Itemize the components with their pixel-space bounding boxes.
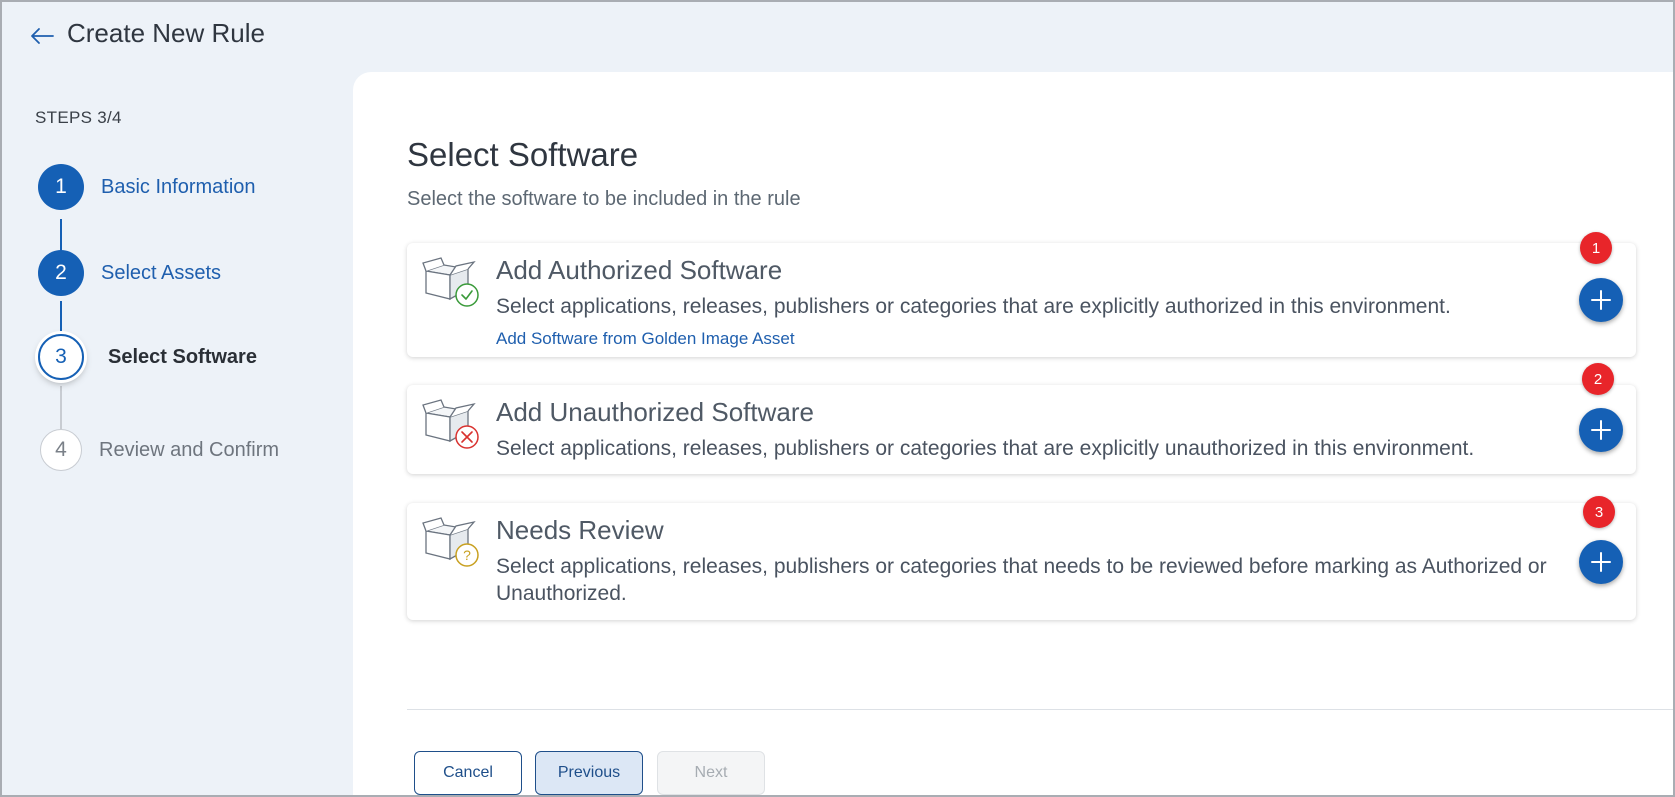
step-label: Select Assets <box>101 261 222 284</box>
svg-text:?: ? <box>463 547 471 563</box>
steps-counter: STEPS 3/4 <box>35 108 122 127</box>
step-number: 2 <box>38 250 84 296</box>
authorized-software-card: Add Authorized Software Select applicati… <box>407 243 1636 357</box>
plus-icon <box>1591 552 1611 572</box>
section-subtitle: Select the software to be included in th… <box>407 188 801 210</box>
step-connector <box>60 301 62 338</box>
unauthorized-software-card: Add Unauthorized Software Select applica… <box>407 385 1636 474</box>
step-select-assets[interactable]: 2 Select Assets <box>38 250 221 296</box>
add-unauthorized-software-button[interactable] <box>1579 408 1623 452</box>
header: Create New Rule <box>0 0 1675 72</box>
step-select-software: 3 Select Software <box>38 334 257 380</box>
cancel-button[interactable]: Cancel <box>414 751 522 795</box>
box-check-icon <box>422 257 482 307</box>
card-description: Select applications, releases, publisher… <box>496 295 1451 318</box>
section-title: Select Software <box>407 136 639 173</box>
step-badge: 2 <box>1582 363 1614 395</box>
step-number: 3 <box>38 334 84 380</box>
box-question-icon: ? <box>422 517 482 567</box>
card-title: Add Authorized Software <box>496 255 783 285</box>
step-label: Select Software <box>108 345 257 368</box>
plus-icon <box>1591 420 1611 440</box>
add-needs-review-button[interactable] <box>1579 540 1623 584</box>
add-from-golden-image-link[interactable]: Add Software from Golden Image Asset <box>496 329 795 349</box>
step-number: 1 <box>38 164 84 210</box>
card-title: Add Unauthorized Software <box>496 397 814 427</box>
box-x-icon <box>422 399 482 449</box>
add-authorized-software-button[interactable] <box>1579 278 1623 322</box>
arrow-left-icon[interactable] <box>28 22 56 50</box>
card-description: Select applications, releases, publisher… <box>496 437 1475 460</box>
step-label: Review and Confirm <box>99 438 280 461</box>
step-badge: 3 <box>1583 496 1615 528</box>
previous-button[interactable]: Previous <box>535 751 643 795</box>
footer-divider <box>407 709 1675 710</box>
card-description: Select applications, releases, publisher… <box>496 555 1547 605</box>
step-badge: 1 <box>1580 232 1612 264</box>
plus-icon <box>1591 290 1611 310</box>
page-title: Create New Rule <box>67 18 265 48</box>
next-button: Next <box>657 751 765 795</box>
step-basic-information[interactable]: 1 Basic Information <box>38 164 256 210</box>
step-review-and-confirm: 4 Review and Confirm <box>38 427 279 473</box>
step-label: Basic Information <box>101 175 256 198</box>
step-connector <box>60 386 62 429</box>
needs-review-card: ? Needs Review Select applications, rele… <box>407 503 1636 620</box>
step-number: 4 <box>40 429 82 471</box>
card-title: Needs Review <box>496 515 664 545</box>
